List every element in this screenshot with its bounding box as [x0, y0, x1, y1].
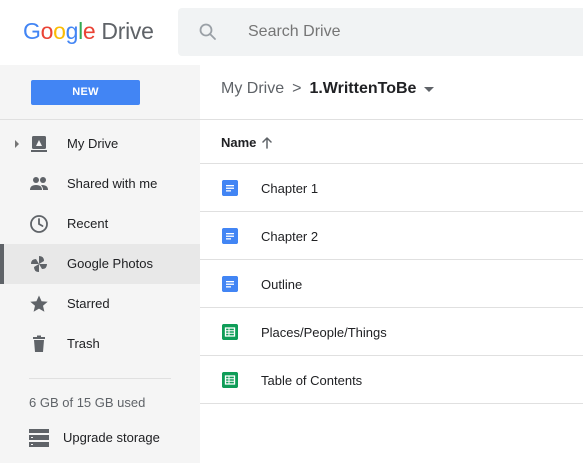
sidebar-item-shared-with-me[interactable]: Shared with me: [0, 164, 200, 204]
breadcrumb-root[interactable]: My Drive: [221, 80, 284, 98]
file-row[interactable]: Places/People/Things: [200, 308, 583, 356]
logo-letter: G: [23, 18, 41, 44]
new-button[interactable]: NEW: [31, 80, 140, 105]
google-drive-logo[interactable]: Google Drive: [23, 18, 154, 45]
sidebar-item-label: Shared with me: [67, 176, 158, 191]
google-doc-icon: [222, 228, 238, 244]
file-name: Table of Contents: [261, 373, 363, 388]
logo-letter: o: [53, 18, 66, 44]
google-doc-icon: [222, 276, 238, 292]
file-row[interactable]: Outline: [200, 260, 583, 308]
search-bar[interactable]: Search Drive: [178, 8, 583, 56]
sidebar-item-label: Recent: [67, 216, 109, 231]
logo-letter: o: [40, 18, 54, 44]
breadcrumb-separator: >: [292, 80, 302, 97]
clock-icon: [30, 215, 48, 233]
file-name: Outline: [261, 277, 303, 292]
file-name: Chapter 1: [261, 181, 319, 196]
sidebar-item-starred[interactable]: Starred: [0, 284, 200, 324]
logo-letter: g: [65, 18, 79, 44]
file-name: Places/People/Things: [261, 325, 387, 340]
app-header: Google Drive Search Drive: [0, 0, 583, 65]
expand-arrow-icon[interactable]: [15, 140, 19, 148]
toolbar: NEW My Drive > 1.WrittenToBe: [0, 65, 583, 120]
column-header-label: Name: [221, 135, 257, 150]
sidebar-item-label: Google Photos: [67, 256, 154, 271]
trash-icon: [33, 335, 45, 352]
drive-icon: [31, 136, 47, 152]
google-sheet-icon: [222, 372, 238, 388]
toolbar-left-panel: NEW: [0, 65, 200, 119]
storage-icon: [29, 429, 49, 447]
storage-usage-text: 6 GB of 15 GB used: [29, 395, 146, 410]
sidebar-item-label: Starred: [67, 296, 110, 311]
logo-product-name: Drive: [101, 18, 154, 44]
sidebar-item-trash[interactable]: Trash: [0, 324, 200, 364]
file-name: Chapter 2: [261, 229, 319, 244]
upgrade-storage-link[interactable]: Upgrade storage: [0, 423, 200, 453]
sidebar: My Drive Shared with me Recent Google Ph…: [0, 120, 200, 463]
sidebar-item-my-drive[interactable]: My Drive: [0, 124, 200, 164]
people-icon: [30, 177, 48, 190]
file-list-header: Name: [200, 120, 583, 164]
google-sheet-icon: [222, 324, 238, 340]
breadcrumb-current-folder[interactable]: 1.WrittenToBe: [309, 80, 416, 98]
search-icon[interactable]: [198, 22, 218, 42]
google-doc-icon: [222, 180, 238, 196]
pinwheel-icon: [31, 256, 47, 272]
logo-letter: e: [82, 18, 96, 44]
column-header-name[interactable]: Name: [221, 135, 273, 150]
sidebar-item-recent[interactable]: Recent: [0, 204, 200, 244]
star-icon: [30, 295, 48, 312]
sort-up-arrow-icon[interactable]: [261, 136, 273, 149]
sidebar-item-label: My Drive: [67, 136, 119, 151]
sidebar-divider: [29, 378, 171, 379]
caret-down-icon[interactable]: [424, 86, 435, 92]
file-row[interactable]: Chapter 2: [200, 212, 583, 260]
upgrade-storage-label: Upgrade storage: [63, 430, 160, 445]
sidebar-item-label: Trash: [67, 336, 100, 351]
file-row[interactable]: Table of Contents: [200, 356, 583, 404]
breadcrumb: My Drive > 1.WrittenToBe: [221, 80, 435, 98]
sidebar-item-google-photos[interactable]: Google Photos: [0, 244, 200, 284]
file-row[interactable]: Chapter 1: [200, 164, 583, 212]
search-input[interactable]: Search Drive: [248, 23, 340, 41]
file-list: Name Chapter 1 Chapter 2 Outline Places/…: [200, 120, 583, 463]
